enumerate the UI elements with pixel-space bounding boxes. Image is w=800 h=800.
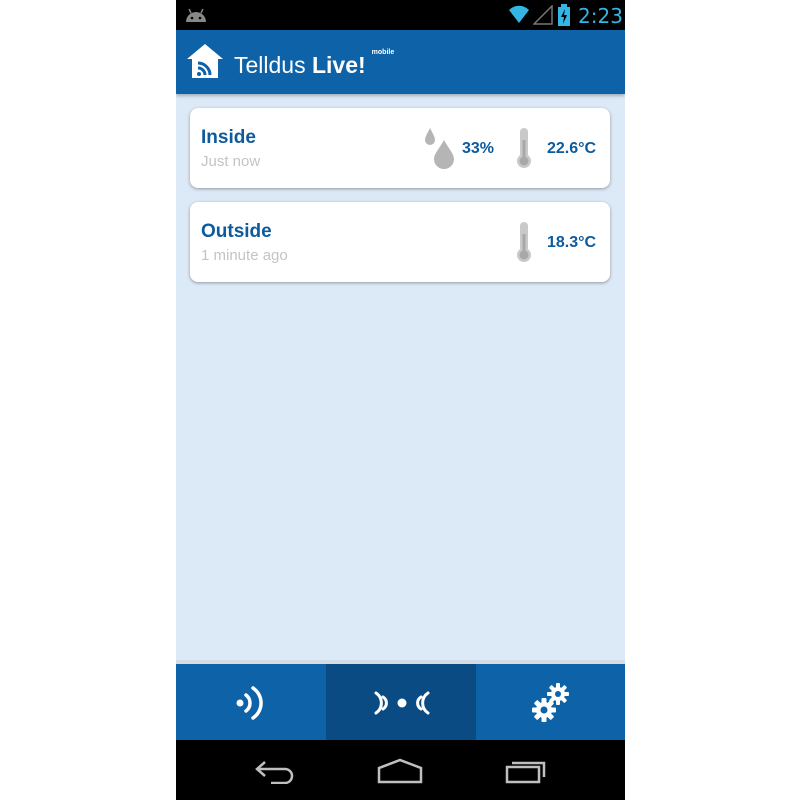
devices-signal-icon [236,686,263,720]
thermometer-icon [517,222,531,262]
status-bar: 2:23 [176,0,625,30]
sensor-updated: Just now [201,153,261,170]
sensor-name: Inside [201,127,256,148]
system-nav-bar [176,740,625,800]
back-icon[interactable] [253,758,299,784]
temperature-value: 22.6°C [547,140,597,157]
sensor-card-outside[interactable]: Outside 1 minute ago 18.3°C [190,202,610,282]
sensors-icon [374,691,430,715]
signal-icon [533,5,553,25]
app-title-bold: Live! [311,52,366,78]
humidity-drops-icon [425,128,454,169]
android-icon [186,8,206,22]
status-clock: 2:23 [578,4,623,28]
recent-apps-icon[interactable] [503,758,549,784]
sensor-name: Outside [201,221,272,242]
tab-sensors[interactable] [326,664,476,740]
app-header: Telldus Live! mobile [176,30,625,94]
phone-screen: 2:23 Telldus Live! mobile Inside Just now… [176,0,625,800]
settings-gears-icon [532,683,569,722]
sensor-updated: 1 minute ago [201,247,288,264]
temperature-value: 18.3°C [547,234,597,251]
app-title-regular: Telldus [234,52,312,78]
home-icon[interactable] [376,758,424,784]
thermometer-icon [517,128,531,168]
wifi-icon [509,5,529,23]
sensor-card-inside[interactable]: Inside Just now 33% 22.6°C [190,108,610,188]
app-title: Telldus Live! mobile [234,49,395,79]
humidity-value: 33% [462,140,495,157]
tab-settings[interactable] [476,664,625,740]
bottom-tab-bar [176,660,625,740]
battery-charging-icon [558,4,570,26]
house-signal-icon [187,44,223,78]
tab-devices[interactable] [176,664,326,740]
app-title-suffix: mobile [371,49,395,56]
